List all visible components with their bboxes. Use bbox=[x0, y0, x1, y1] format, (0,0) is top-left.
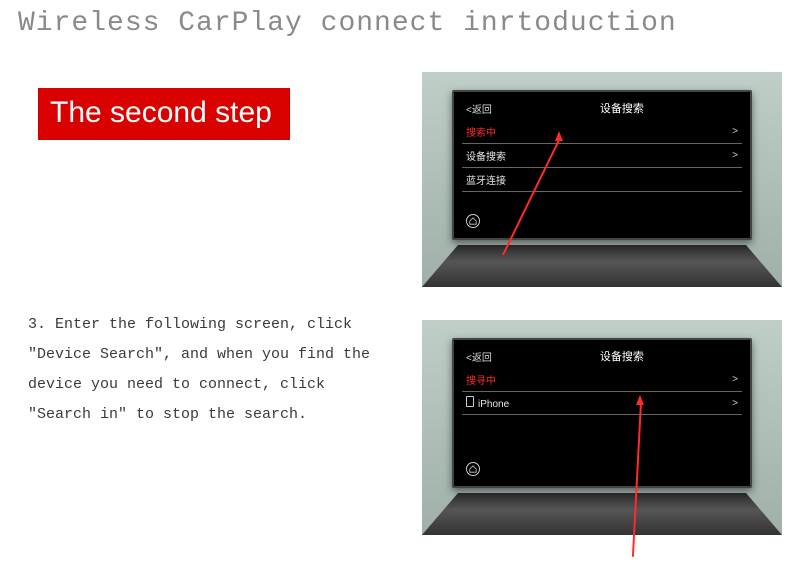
page-title: Wireless CarPlay connect inrtoduction bbox=[0, 0, 800, 39]
row-label: 蓝牙连接 bbox=[466, 172, 506, 187]
back-button[interactable]: <返回 bbox=[466, 349, 492, 364]
screen-title: 设备搜索 bbox=[506, 100, 738, 116]
chevron-right-icon: > bbox=[732, 150, 738, 161]
device-base bbox=[422, 493, 782, 535]
device-photo-2: <返回 设备搜索 搜寻中 > iPhone > bbox=[422, 320, 782, 535]
screen-1: <返回 设备搜索 搜索中 > 设备搜索 > 蓝牙连接 bbox=[462, 98, 742, 230]
menu-row-searching[interactable]: 搜索中 > bbox=[462, 120, 742, 144]
phone-icon bbox=[466, 396, 474, 407]
row-label: 搜索中 bbox=[466, 124, 496, 139]
instruction-text: 3. Enter the following screen, click "De… bbox=[28, 310, 388, 430]
row-label: iPhone bbox=[466, 396, 509, 410]
menu-row-device-search[interactable]: 设备搜索 > bbox=[462, 144, 742, 168]
chevron-right-icon: > bbox=[732, 398, 738, 409]
home-icon[interactable] bbox=[466, 462, 480, 476]
screen-header: <返回 设备搜索 bbox=[462, 346, 742, 368]
row-label: 设备搜索 bbox=[466, 148, 506, 163]
step-badge: The second step bbox=[38, 88, 290, 140]
chevron-right-icon: > bbox=[732, 126, 738, 137]
home-icon[interactable] bbox=[466, 214, 480, 228]
back-button[interactable]: <返回 bbox=[466, 101, 492, 116]
screen-title: 设备搜索 bbox=[506, 348, 738, 364]
row-label: 搜寻中 bbox=[466, 372, 496, 387]
device-bezel: <返回 设备搜索 搜寻中 > iPhone > bbox=[452, 338, 752, 488]
chevron-right-icon: > bbox=[732, 374, 738, 385]
screen-header: <返回 设备搜索 bbox=[462, 98, 742, 120]
device-photo-1: <返回 设备搜索 搜索中 > 设备搜索 > 蓝牙连接 bbox=[422, 72, 782, 287]
device-bezel: <返回 设备搜索 搜索中 > 设备搜索 > 蓝牙连接 bbox=[452, 90, 752, 240]
device-base bbox=[422, 245, 782, 287]
menu-row-iphone[interactable]: iPhone > bbox=[462, 392, 742, 415]
screen-2: <返回 设备搜索 搜寻中 > iPhone > bbox=[462, 346, 742, 478]
menu-row-searching[interactable]: 搜寻中 > bbox=[462, 368, 742, 392]
menu-row-bluetooth[interactable]: 蓝牙连接 bbox=[462, 168, 742, 192]
